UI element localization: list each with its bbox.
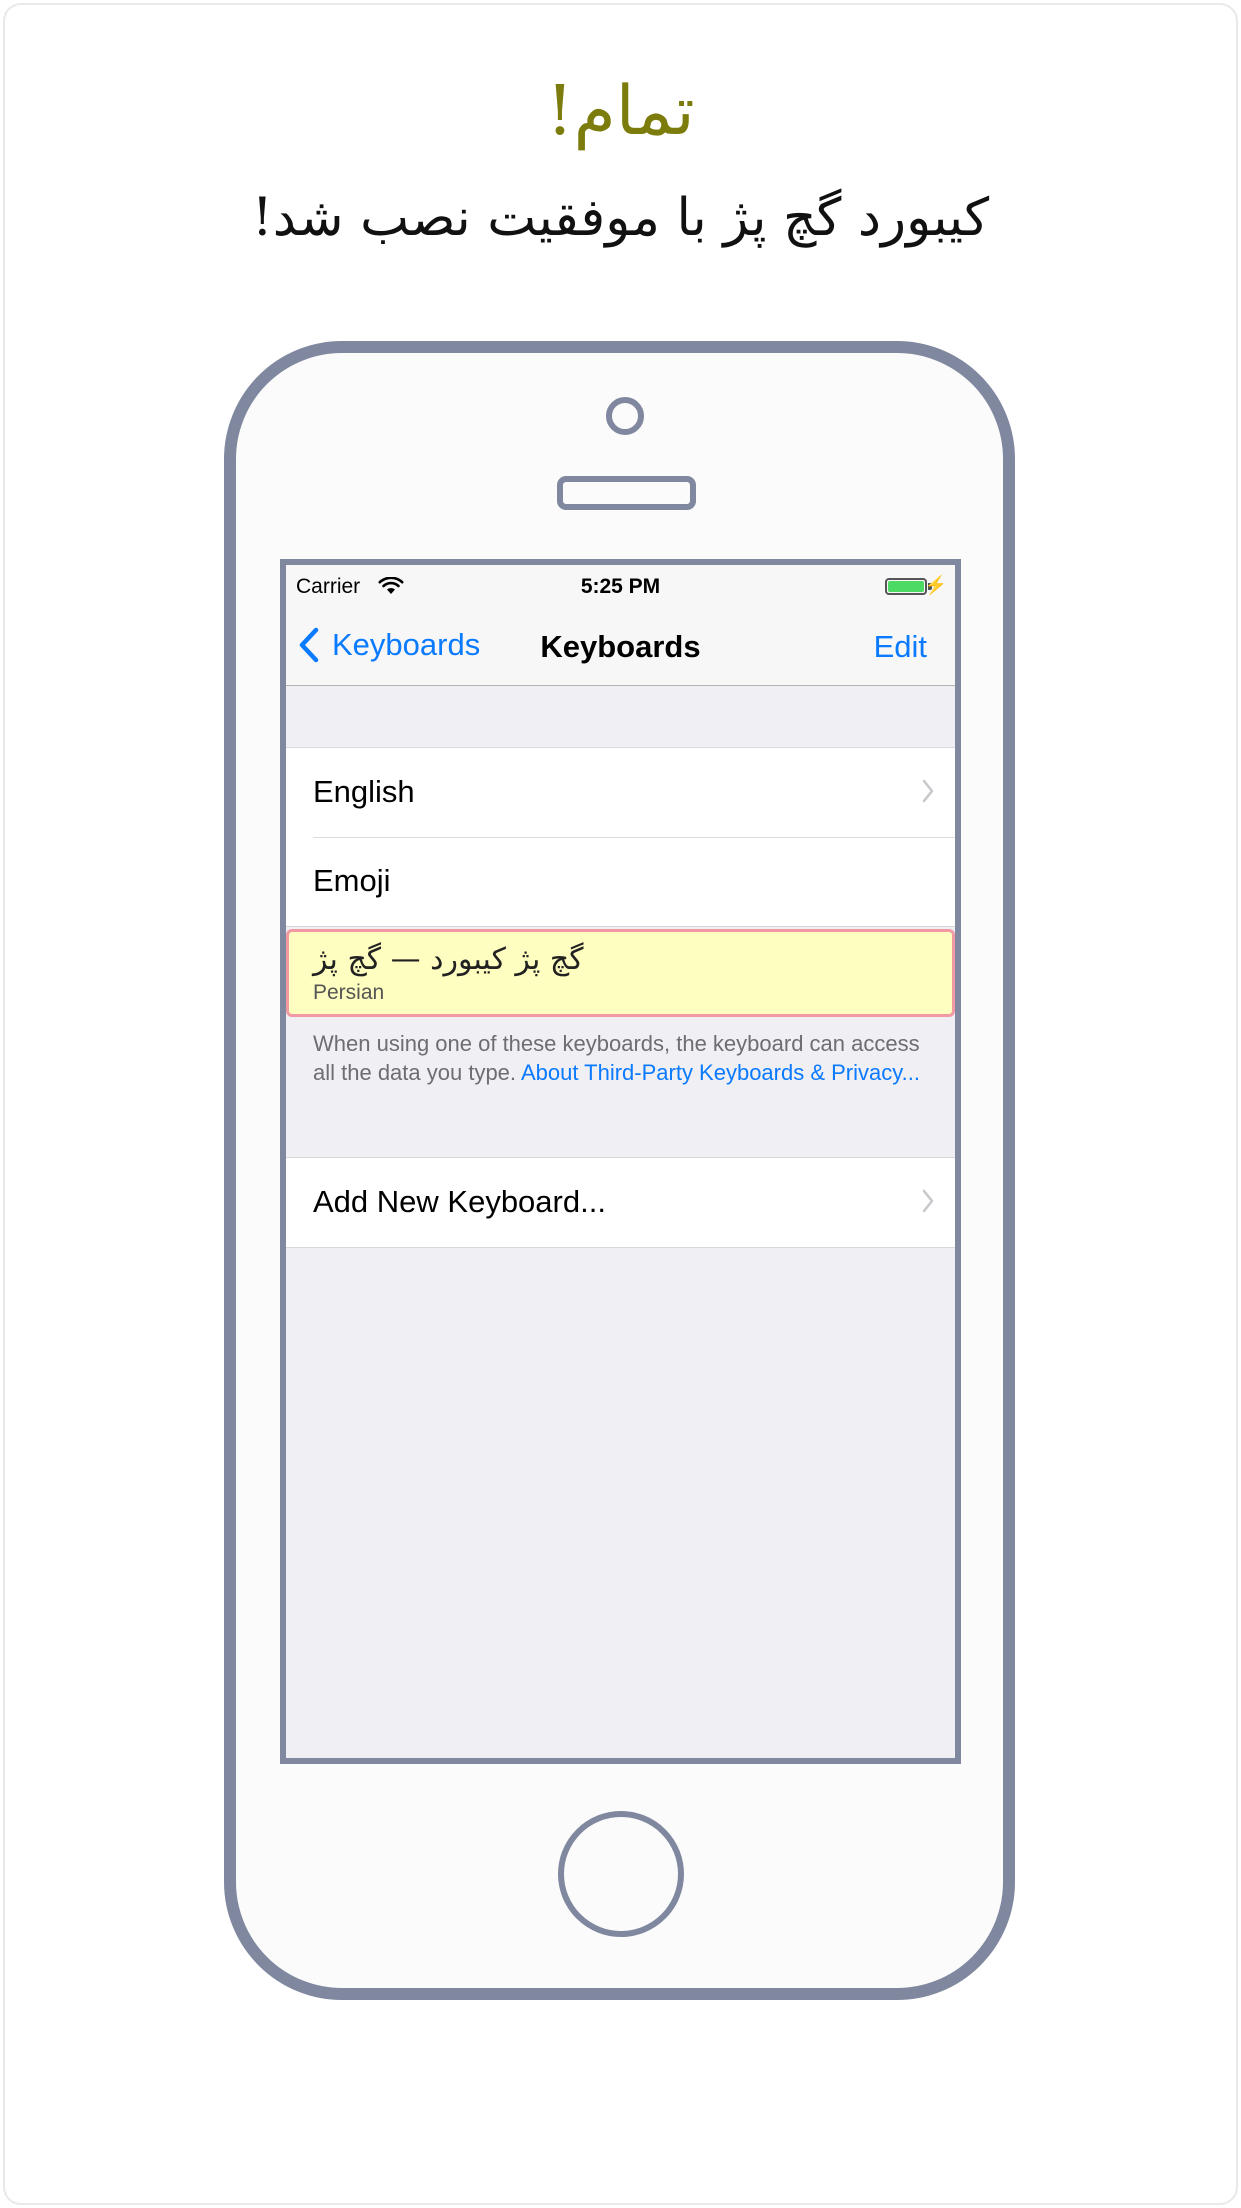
charging-bolt-icon: ⚡ [924,575,947,595]
add-keyboard-group: Add New Keyboard... [286,1157,955,1248]
add-new-keyboard-label: Add New Keyboard... [313,1184,606,1219]
chevron-right-icon [922,779,934,803]
battery-icon [885,578,927,595]
add-new-keyboard-row[interactable]: Add New Keyboard... [286,1158,955,1247]
home-button [558,1811,684,1937]
phone-screen: Carrier 5:25 PM ⚡ Keyboards Keyboards Ed… [280,559,961,1764]
page-subtitle: کیبورد گچ پژ با موفقیت نصب شد! [251,188,990,248]
page-title: تمام! [546,72,695,151]
privacy-note: When using one of these keyboards, the k… [313,1029,923,1087]
keyboard-language: Persian [313,981,385,1004]
third-party-group: گچ پژ کیبورد — گچ پژ Persian [286,929,955,1017]
list-item-emoji[interactable]: Emoji [286,837,955,926]
chevron-right-icon [922,1189,934,1213]
edit-button[interactable]: Edit [874,629,927,665]
list-item-english[interactable]: English [286,748,955,837]
keyboard-name: گچ پژ کیبورد — گچ پژ [313,942,584,977]
speaker-icon [557,476,696,510]
status-bar: Carrier 5:25 PM ⚡ [286,565,955,605]
status-time: 5:25 PM [580,575,661,598]
list-item-third-party-keyboard[interactable]: گچ پژ کیبورد — گچ پژ Persian [286,929,955,1017]
keyboards-list: English Emoji [286,747,955,927]
nav-title: Keyboards [540,629,701,664]
navigation-bar: Keyboards Keyboards Edit [286,605,955,686]
camera-icon [606,397,644,435]
list-item-label: Emoji [313,863,391,898]
privacy-link[interactable]: About Third-Party Keyboards & Privacy... [521,1060,920,1085]
list-item-label: English [313,774,415,809]
